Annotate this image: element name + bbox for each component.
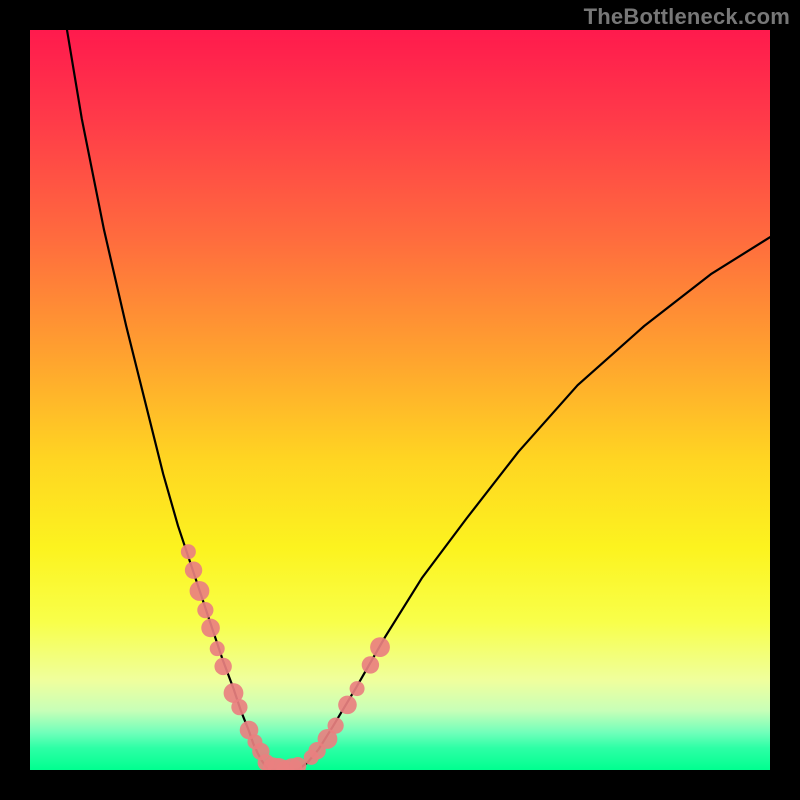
data-marker (231, 699, 247, 715)
data-marker (214, 658, 231, 675)
chart-svg (30, 30, 770, 770)
data-marker (362, 656, 379, 673)
curve-group (67, 30, 770, 770)
data-marker (181, 544, 196, 559)
data-marker (338, 696, 357, 715)
data-marker (197, 602, 213, 618)
data-marker (201, 619, 220, 638)
marker-group (181, 544, 390, 770)
data-marker (185, 562, 202, 579)
chart-frame: TheBottleneck.com (0, 0, 800, 800)
data-marker (190, 581, 210, 601)
data-marker (210, 641, 225, 656)
bottleneck-curve (67, 30, 770, 770)
data-marker (370, 637, 390, 657)
data-marker (350, 681, 365, 696)
data-marker (328, 718, 344, 734)
plot-area (30, 30, 770, 770)
watermark-text: TheBottleneck.com (584, 4, 790, 30)
